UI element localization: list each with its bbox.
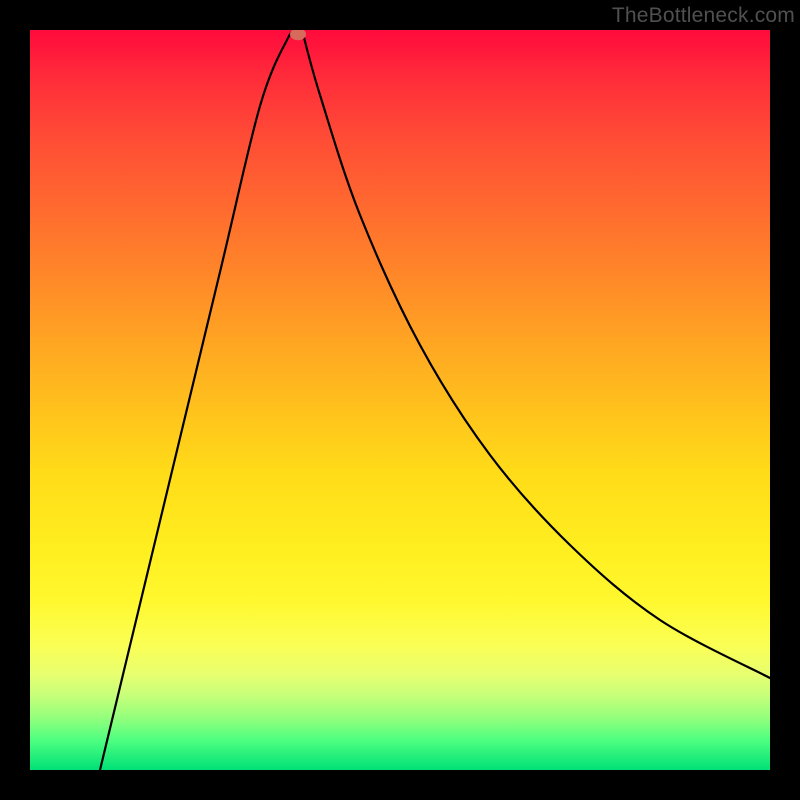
chart-svg bbox=[30, 30, 770, 770]
curve-right-branch bbox=[302, 30, 770, 678]
chart-plot-area bbox=[30, 30, 770, 770]
watermark-text: TheBottleneck.com bbox=[612, 4, 795, 28]
curve-left-branch bbox=[100, 30, 298, 770]
